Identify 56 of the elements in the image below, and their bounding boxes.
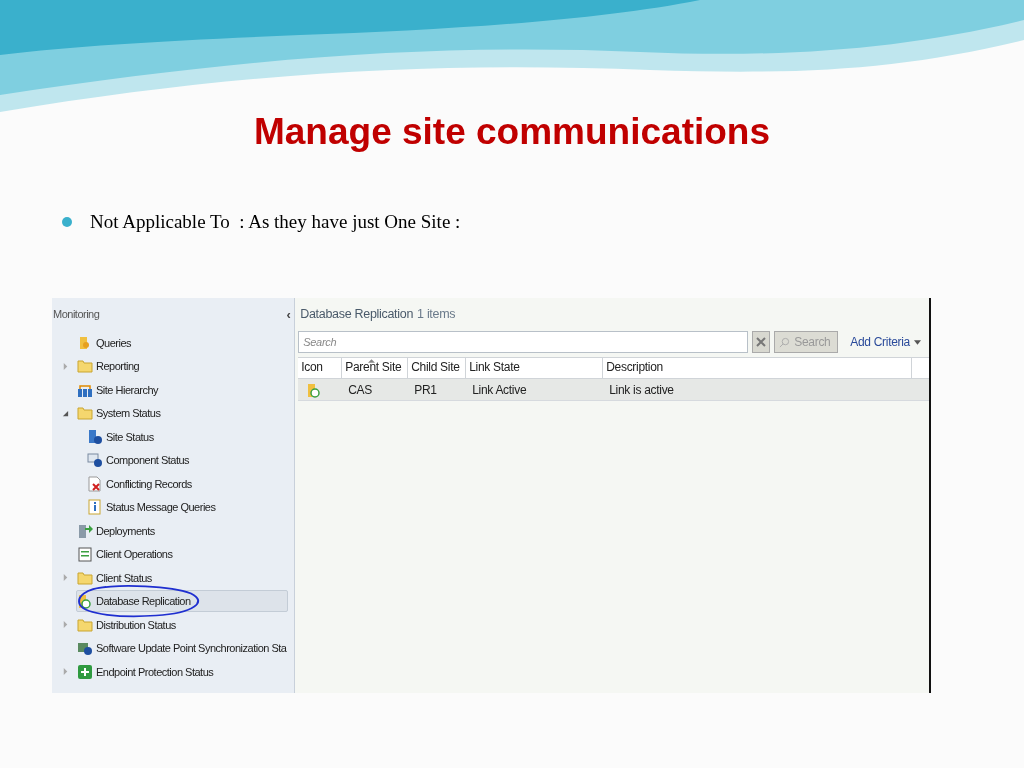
tree-item[interactable]: Site Hierarchy [76, 378, 168, 401]
column-header[interactable]: Child Site [408, 358, 467, 378]
folder-sync-icon [77, 593, 93, 610]
tree-item[interactable]: Software Update Point Synchronization Sta [76, 637, 295, 660]
collapse-pane-button[interactable]: ‹ [286, 304, 291, 325]
collapsed-arrow-icon[interactable] [62, 574, 69, 582]
column-header[interactable]: Icon [298, 358, 343, 378]
search-icon [779, 336, 791, 348]
tree-item[interactable]: Site Status [86, 425, 163, 448]
view-title: Database Replication [300, 306, 414, 324]
collapsed-arrow-icon[interactable] [62, 621, 69, 629]
tree-item[interactable]: Component Status [86, 449, 199, 472]
document-error-icon [87, 475, 103, 492]
tree-item[interactable]: Conflicting Records [86, 472, 201, 495]
close-icon [756, 337, 767, 347]
folder-icon [77, 358, 93, 375]
tree-item[interactable]: Deployments [76, 519, 164, 542]
caret-icon [914, 339, 921, 345]
server-status-icon [87, 428, 103, 445]
item-count: 1 items [417, 306, 456, 324]
tree-item[interactable]: System Status [76, 402, 170, 425]
folder-icon [77, 569, 93, 586]
column-header[interactable]: Parent Site [342, 358, 409, 378]
table-cell-text: Link is active [608, 381, 675, 399]
folder-icon [77, 405, 93, 422]
sort-arrow-icon [368, 359, 376, 363]
deployment-icon [77, 522, 93, 539]
collapsed-arrow-icon[interactable] [62, 668, 69, 676]
table-row[interactable]: CAS PR1 Link Active Link is active [298, 379, 929, 401]
tree-item[interactable]: Database Replication [76, 590, 288, 613]
tree-item[interactable]: Status Message Queries [86, 496, 225, 519]
add-criteria-button[interactable]: Add Criteria [850, 333, 921, 351]
expanded-arrow-icon[interactable] [62, 409, 69, 417]
search-field[interactable]: Search [298, 331, 749, 353]
tree-item[interactable]: Queries [76, 331, 141, 354]
table-cell-text: Link Active [471, 381, 528, 399]
folder-sync-icon [306, 381, 323, 398]
tree-item[interactable]: Client Operations [76, 543, 182, 566]
tree-item[interactable]: Distribution Status [76, 613, 185, 636]
table-cell-text: PR1 [413, 381, 438, 399]
collapsed-arrow-icon[interactable] [62, 362, 69, 370]
slide-title: Manage site communications [253, 110, 771, 154]
info-document-icon [87, 499, 103, 516]
clear-search-button[interactable] [752, 331, 771, 353]
column-header[interactable]: Link State [466, 358, 604, 378]
server-sync-icon [77, 640, 93, 657]
bullet-text: Not Applicable To : As they have just One Site : [90, 209, 461, 234]
tree-item[interactable]: Reporting [76, 355, 149, 378]
clipboard-icon [77, 546, 93, 563]
tree-item[interactable]: Client Status [76, 566, 161, 589]
component-status-icon [87, 452, 103, 469]
pane-title: Monitoring [52, 307, 100, 323]
table-cell-text: CAS [347, 381, 373, 399]
folder-icon [77, 616, 93, 633]
column-header[interactable]: Description [603, 358, 913, 378]
tree-item[interactable]: Endpoint Protection Status [76, 660, 223, 683]
